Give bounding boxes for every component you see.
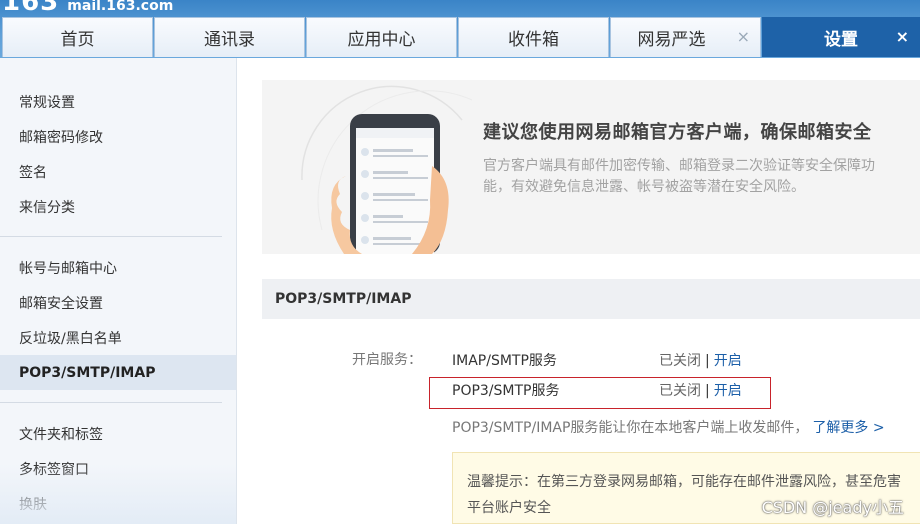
imap-service-status: 已关闭 | 开启 <box>659 350 742 370</box>
logo-domain: mail.163.com <box>67 0 174 14</box>
tab-app-center[interactable]: 应用中心 <box>306 17 457 57</box>
service-note: POP3/SMTP/IMAP服务能让你在本地客户端上收发邮件， 了解更多 > <box>452 417 885 437</box>
logo-number: 163 <box>2 0 60 17</box>
learn-more-link[interactable]: 了解更多 > <box>812 420 884 436</box>
sidebar-divider <box>0 402 222 403</box>
sidebar-item-signature[interactable]: 签名 <box>0 154 236 189</box>
enable-imap-link[interactable]: 开启 <box>714 353 742 369</box>
status-text: 已关闭 <box>659 353 701 369</box>
tab-yanxuan[interactable]: 网易严选 × <box>610 17 761 57</box>
sidebar-item-general[interactable]: 常规设置 <box>0 84 236 119</box>
sidebar-item-password[interactable]: 邮箱密码修改 <box>0 119 236 154</box>
section-title: POP3/SMTP/IMAP <box>262 279 920 319</box>
tab-contacts[interactable]: 通讯录 <box>154 17 305 57</box>
sidebar-divider <box>0 236 222 237</box>
sidebar-cloud-decoration <box>0 464 236 524</box>
pop3-service-name: POP3/SMTP服务 <box>452 383 560 399</box>
tab-home[interactable]: 首页 <box>2 17 153 57</box>
top-header: 163 mail.163.com 首页 通讯录 应用中心 收件箱 网易严选 × 设… <box>0 0 920 58</box>
sidebar-item-security[interactable]: 邮箱安全设置 <box>0 285 236 320</box>
service-label: 开启服务： <box>352 352 422 368</box>
sidebar-item-mail-filter[interactable]: 来信分类 <box>0 189 236 224</box>
client-promo-banner[interactable]: 建议您使用网易邮箱官方客户端，确保邮箱安全 官方客户端具有邮件加密传输、邮箱登录… <box>262 80 920 254</box>
separator: | <box>705 383 710 399</box>
enable-pop3-link[interactable]: 开启 <box>714 383 742 399</box>
status-text: 已关闭 <box>659 383 701 399</box>
imap-service-name: IMAP/SMTP服务 <box>452 353 557 369</box>
separator: | <box>705 353 710 369</box>
sidebar-item-folders-labels[interactable]: 文件夹和标签 <box>0 416 236 451</box>
sidebar-item-pop3-smtp-imap[interactable]: POP3/SMTP/IMAP <box>0 355 236 390</box>
tip-line-1: 温馨提示：在第三方登录网易邮箱，可能存在邮件泄露风险，甚至危害 <box>467 474 901 490</box>
close-icon[interactable]: × <box>896 28 909 46</box>
note-text: POP3/SMTP/IMAP服务能让你在本地客户端上收发邮件， <box>452 420 809 436</box>
pop3-service-status: 已关闭 | 开启 <box>659 380 742 400</box>
banner-description: 官方客户端具有邮件加密传输、邮箱登录二次验证等安全保障功能，有效避免信息泄露、帐… <box>483 158 875 195</box>
sidebar-item-antispam[interactable]: 反垃圾/黑白名单 <box>0 320 236 355</box>
sidebar-item-account-center[interactable]: 帐号与邮箱中心 <box>0 250 236 285</box>
watermark: CSDN @jeady小五 <box>761 498 904 517</box>
close-icon[interactable]: × <box>737 28 750 46</box>
tab-bar: 首页 通讯录 应用中心 收件箱 网易严选 × 设置 × <box>0 17 920 57</box>
phone-in-hand-illustration <box>301 85 473 254</box>
tab-inbox[interactable]: 收件箱 <box>458 17 609 57</box>
settings-sidebar: 常规设置 邮箱密码修改 签名 来信分类 帐号与邮箱中心 邮箱安全设置 反垃圾/黑… <box>0 58 237 524</box>
banner-title: 建议您使用网易邮箱官方客户端，确保邮箱安全 <box>483 122 872 143</box>
logo[interactable]: 163 mail.163.com <box>2 0 173 17</box>
tab-settings[interactable]: 设置 × <box>762 17 920 57</box>
